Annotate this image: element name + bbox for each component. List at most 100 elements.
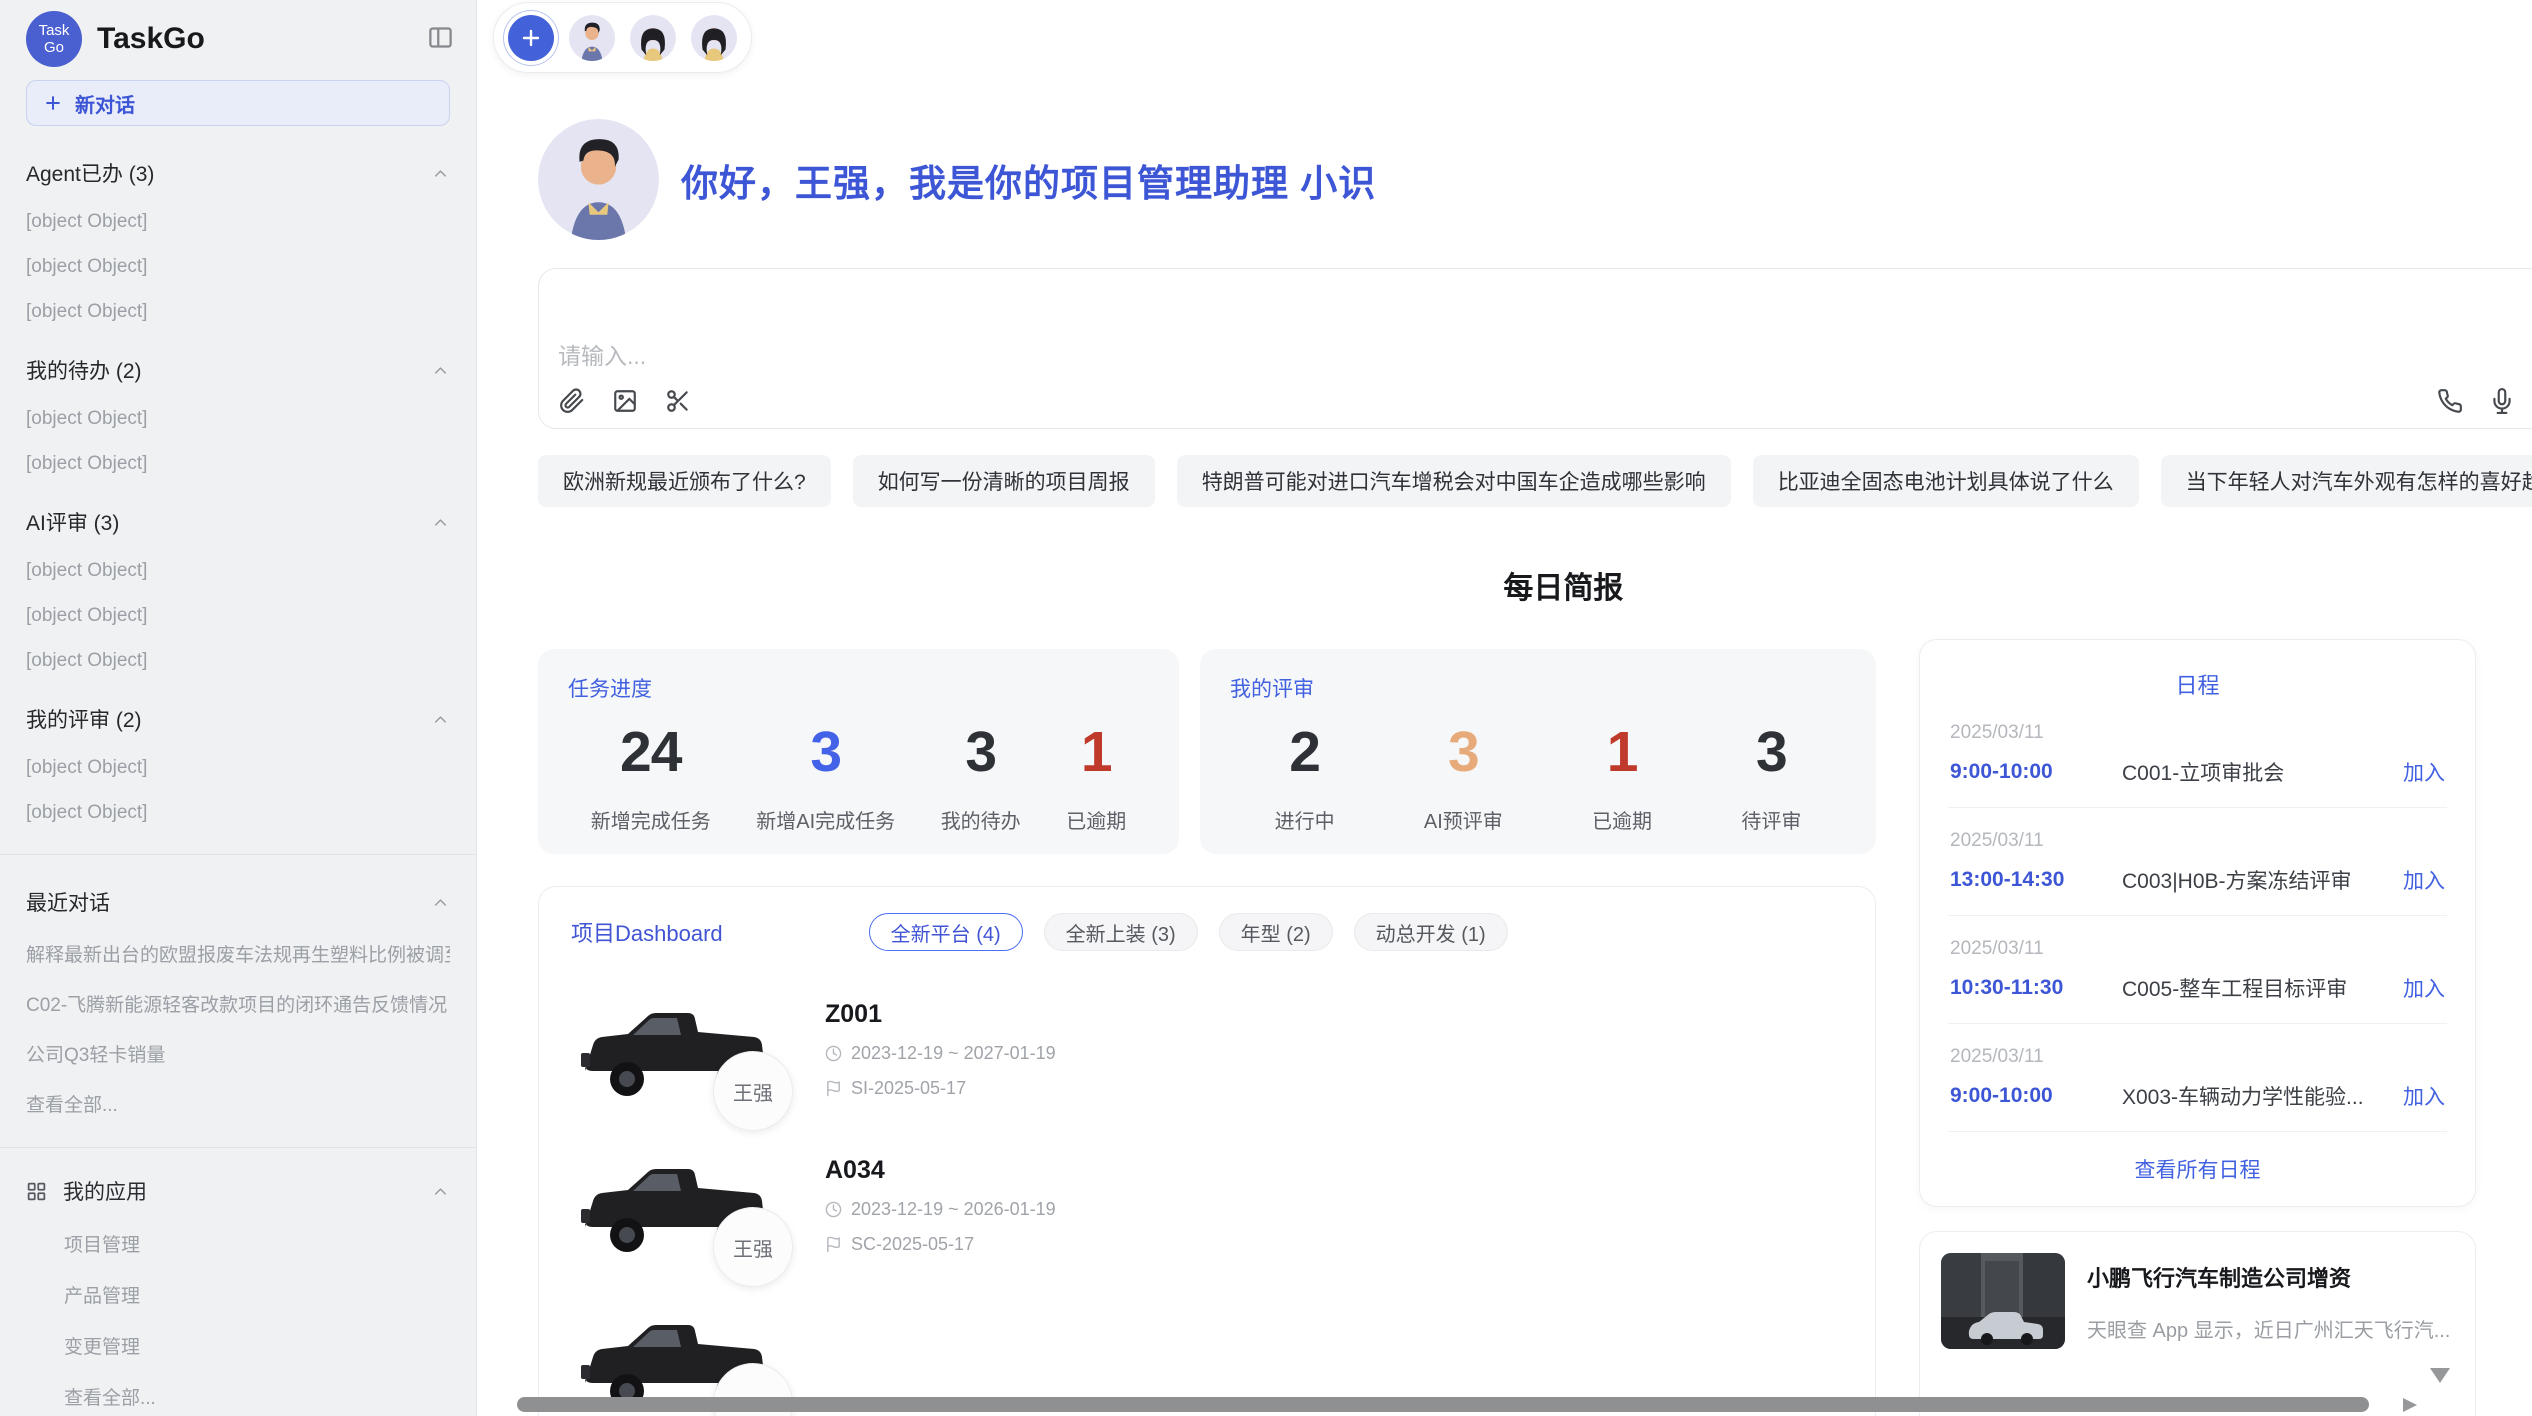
recent-chats-list: 解释最新出台的欧盟报废车法规再生塑料比例被调至15%... C02-飞腾新能源轻… bbox=[26, 940, 450, 1117]
join-link[interactable]: 加入 bbox=[2403, 757, 2445, 787]
app-item[interactable]: 项目管理 bbox=[26, 1230, 450, 1257]
milestone-label bbox=[1216, 1165, 1279, 1199]
avatar[interactable] bbox=[630, 15, 676, 61]
schedule-list: 2025/03/11 9:00-10:00 C001-立项审批会 加入 2025… bbox=[1948, 700, 2447, 1132]
app-item[interactable]: 产品管理 bbox=[26, 1281, 450, 1308]
recent-chat-item[interactable]: 公司Q3轻卡销量 bbox=[26, 1040, 450, 1067]
scroll-down-arrow-icon[interactable] bbox=[2430, 1368, 2450, 1383]
stat-item: 3 待评审 bbox=[1741, 719, 1801, 834]
milestone-node bbox=[1426, 1207, 1446, 1234]
schedule-item: 2025/03/11 9:00-10:00 C001-立项审批会 加入 bbox=[1948, 700, 2447, 808]
milestone-label bbox=[1342, 1165, 1405, 1199]
sidebar-group-header[interactable]: Agent已办 (3) bbox=[26, 158, 450, 188]
image-icon[interactable] bbox=[612, 388, 638, 414]
sidebar-group-header[interactable]: 我的评审 (2) bbox=[26, 704, 450, 734]
sidebar-item[interactable]: [object Object] bbox=[26, 605, 450, 627]
milestone bbox=[1780, 1165, 1843, 1238]
schedule-item: 2025/03/11 9:00-10:00 X003-车辆动力学性能验... 加… bbox=[1948, 1024, 2447, 1132]
new-chat-button[interactable]: 新对话 bbox=[26, 80, 450, 126]
suggestion-chip[interactable]: 如何写一份清晰的项目周报 bbox=[853, 455, 1155, 507]
chat-input-placeholder: 请输入... bbox=[558, 337, 646, 371]
sidebar-group-header[interactable]: 我的待办 (2) bbox=[26, 355, 450, 385]
schedule-title: 日程 bbox=[1948, 668, 2447, 700]
news-card[interactable]: 小鹏飞行汽车制造公司增资 天眼查 App 显示，近日广州汇天飞行汽... bbox=[1919, 1231, 2476, 1416]
dashboard-tab[interactable]: 年型 (2) bbox=[1219, 913, 1333, 951]
divider bbox=[0, 1147, 476, 1148]
sidebar-collapse-icon[interactable] bbox=[427, 24, 454, 51]
avatar[interactable] bbox=[691, 15, 737, 61]
join-link[interactable]: 加入 bbox=[2403, 865, 2445, 895]
assistant-greeting-row: 你好，王强，我是你的项目管理助理 小识 bbox=[538, 119, 2532, 240]
paperclip-icon[interactable] bbox=[559, 388, 585, 414]
mic-icon[interactable] bbox=[2489, 388, 2515, 414]
dashboard-tab[interactable]: 全新平台 (4) bbox=[869, 913, 1023, 951]
sidebar-item[interactable]: [object Object] bbox=[26, 757, 450, 779]
stat-item: 2 进行中 bbox=[1275, 719, 1335, 834]
milestone-label bbox=[1780, 1165, 1843, 1199]
project-row[interactable]: 王强 Z001 2023-12-19 ~ 2027-01-19 bbox=[571, 991, 1843, 1107]
app-item[interactable]: 变更管理 bbox=[26, 1332, 450, 1359]
dashboard-tabs: 全新平台 (4) 全新上装 (3) 年型 (2) 动总开发 (1) bbox=[869, 913, 1508, 951]
add-session-button[interactable] bbox=[508, 15, 554, 61]
milestone-node bbox=[1426, 1051, 1446, 1078]
app-item[interactable]: 查看全部... bbox=[26, 1383, 450, 1410]
join-link[interactable]: 加入 bbox=[2403, 973, 2445, 1003]
project-row[interactable]: 王强 A034 2023-12-19 ~ 2026-01-19 bbox=[571, 1147, 1843, 1263]
sidebar-item[interactable]: [object Object] bbox=[26, 802, 450, 824]
my-apps-list: 项目管理 产品管理 变更管理 查看全部... bbox=[26, 1230, 450, 1410]
sidebar-group-items: [object Object] [object Object] [object … bbox=[26, 211, 450, 323]
project-image: 王强 bbox=[571, 1147, 781, 1263]
milestone-label bbox=[1154, 1165, 1217, 1199]
sidebar-group-title: 我的待办 (2) bbox=[26, 355, 142, 385]
stat-value: 3 bbox=[941, 719, 1021, 785]
chat-input-box[interactable]: 请输入... bbox=[538, 268, 2532, 429]
sidebar-group-header[interactable]: AI评审 (3) bbox=[26, 507, 450, 537]
sidebar-item[interactable]: [object Object] bbox=[26, 256, 450, 278]
assistant-avatar bbox=[538, 119, 659, 240]
avatar[interactable] bbox=[569, 15, 615, 61]
milestone-node bbox=[1614, 1051, 1634, 1078]
dashboard-tab[interactable]: 动总开发 (1) bbox=[1354, 913, 1508, 951]
scissors-icon[interactable] bbox=[665, 388, 691, 414]
milestone-node bbox=[1802, 1051, 1822, 1078]
suggestion-chip[interactable]: 比亚迪全固态电池计划具体说了什么 bbox=[1753, 455, 2139, 507]
recent-chat-item[interactable]: C02-飞腾新能源轻客改款项目的闭环通告反馈情况 bbox=[26, 990, 450, 1017]
stat-label: 待评审 bbox=[1741, 805, 1801, 834]
suggestion-chip[interactable]: 欧洲新规最近颁布了什么? bbox=[538, 455, 831, 507]
milestone bbox=[1279, 1165, 1342, 1238]
milestone-node bbox=[1551, 1207, 1571, 1234]
view-all-schedule-link[interactable]: 查看所有日程 bbox=[1948, 1154, 2447, 1184]
my-apps-header[interactable]: 我的应用 bbox=[26, 1176, 450, 1206]
milestone-node bbox=[1802, 1207, 1822, 1234]
recent-chat-item[interactable]: 查看全部... bbox=[26, 1090, 450, 1117]
suggestion-chip[interactable]: 特朗普可能对进口汽车增税会对中国车企造成哪些影响 bbox=[1177, 455, 1731, 507]
my-apps-title: 我的应用 bbox=[63, 1176, 147, 1206]
phone-icon[interactable] bbox=[2437, 388, 2463, 414]
schedule-time: 9:00-10:00 bbox=[1950, 760, 2122, 784]
project-owner-badge: 王强 bbox=[713, 1051, 793, 1131]
milestone bbox=[1091, 1165, 1154, 1238]
milestone bbox=[1467, 1009, 1530, 1082]
sidebar-item[interactable]: [object Object] bbox=[26, 301, 450, 323]
sidebar-item[interactable]: [object Object] bbox=[26, 408, 450, 430]
milestone-node bbox=[1175, 1051, 1195, 1078]
project-owner-badge: 王强 bbox=[713, 1207, 793, 1287]
suggestion-chip[interactable]: 当下年轻人对汽车外观有怎样的喜好趋势 bbox=[2161, 455, 2532, 507]
sidebar-item[interactable]: [object Object] bbox=[26, 560, 450, 582]
sidebar-item[interactable]: [object Object] bbox=[26, 453, 450, 475]
recent-chats-header[interactable]: 最近对话 bbox=[26, 887, 450, 917]
chevron-up-icon bbox=[431, 893, 450, 912]
recent-chat-item[interactable]: 解释最新出台的欧盟报废车法规再生塑料比例被调至15%... bbox=[26, 940, 450, 967]
scroll-right-arrow-icon[interactable] bbox=[2403, 1398, 2417, 1412]
milestone-node bbox=[1488, 1051, 1508, 1078]
sidebar-item[interactable]: [object Object] bbox=[26, 650, 450, 672]
stat-item: 3 我的待办 bbox=[941, 719, 1021, 834]
sidebar-item[interactable]: [object Object] bbox=[26, 211, 450, 233]
milestone-node bbox=[1363, 1051, 1383, 1078]
milestone bbox=[1216, 1009, 1279, 1082]
scrollbar-thumb[interactable] bbox=[517, 1397, 2369, 1412]
dashboard-tab[interactable]: 全新上装 (3) bbox=[1044, 913, 1198, 951]
project-rows: 王强 Z001 2023-12-19 ~ 2027-01-19 bbox=[571, 991, 1843, 1263]
join-link[interactable]: 加入 bbox=[2403, 1081, 2445, 1111]
new-chat-label: 新对话 bbox=[75, 89, 135, 118]
